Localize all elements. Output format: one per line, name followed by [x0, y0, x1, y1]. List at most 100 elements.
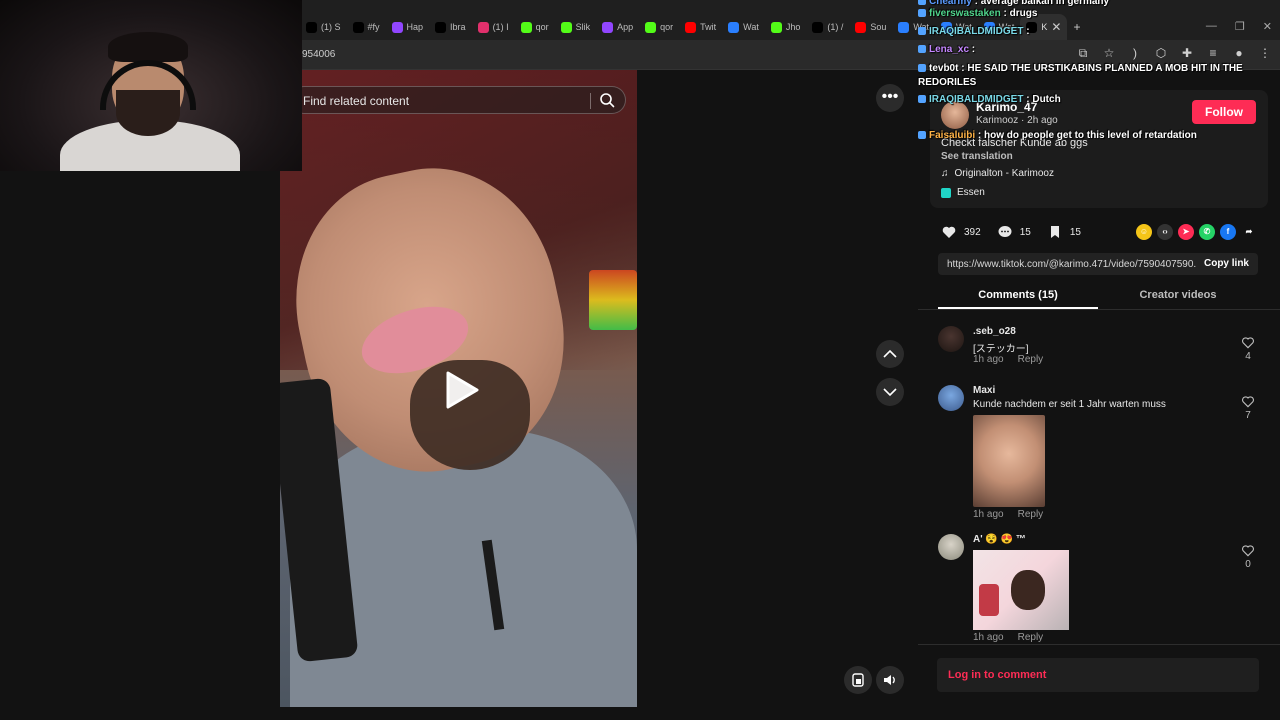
sound-name[interactable]: Originalton - Karimooz — [955, 168, 1054, 179]
kebab-menu-icon[interactable]: ⋮ — [1258, 46, 1272, 60]
login-to-comment-button[interactable]: Log in to comment — [937, 658, 1259, 692]
tag-label[interactable]: Essen — [957, 187, 985, 198]
photo-face — [1011, 570, 1045, 610]
reply-button[interactable]: Reply — [1018, 509, 1044, 520]
sound-row[interactable]: ♫ Originalton - Karimooz — [941, 168, 1054, 179]
comment-meta: 1h ago Reply — [973, 509, 1043, 520]
emoji-share-icon[interactable]: ☺ — [1136, 224, 1152, 240]
see-translation-link[interactable]: See translation — [941, 151, 1013, 162]
comment-image[interactable] — [973, 415, 1045, 507]
heart-outline-icon — [1242, 545, 1254, 557]
commenter-name[interactable]: A' 😵 😍 ™ — [973, 534, 1026, 545]
author-username[interactable]: Karimooz — [976, 115, 1018, 126]
facebook-icon[interactable]: f — [1220, 224, 1236, 240]
profile-icon[interactable]: ● — [1232, 46, 1246, 60]
browser-tab[interactable]: Wat — [722, 14, 765, 40]
install-app-icon[interactable]: ⧉ — [1076, 46, 1090, 60]
reading-list-icon[interactable]: ≡ — [1206, 46, 1220, 60]
more-options-button[interactable]: ••• — [876, 84, 904, 112]
commenter-avatar[interactable] — [938, 326, 964, 352]
reply-button[interactable]: Reply — [1018, 632, 1044, 643]
next-video-button[interactable] — [876, 378, 904, 406]
browser-tab[interactable]: #fy — [347, 14, 386, 40]
browser-tab[interactable]: qor — [639, 14, 679, 40]
embed-icon[interactable]: ‹› — [1157, 224, 1173, 240]
tab-comments[interactable]: Comments (15) — [938, 289, 1098, 301]
browser-tab[interactable]: Ibra — [429, 14, 472, 40]
send-icon[interactable]: ➤ — [1178, 224, 1194, 240]
browser-tab[interactable]: Jho — [765, 14, 807, 40]
browser-tab[interactable]: (1) S — [300, 14, 347, 40]
commenter-name[interactable]: .seb_o28 — [973, 326, 1016, 337]
youtube-icon — [685, 21, 697, 33]
kick-icon — [560, 21, 572, 33]
browser-tab[interactable]: Wat — [978, 14, 1021, 40]
like-button[interactable]: 392 — [941, 224, 981, 240]
search-placeholder[interactable]: Find related content — [303, 94, 409, 108]
browser-tab-label: Twit — [700, 22, 717, 32]
previous-video-button[interactable] — [876, 340, 904, 368]
author-avatar[interactable] — [941, 101, 969, 129]
chevron-down-icon — [883, 388, 897, 397]
bookmark-star-icon[interactable]: ☆ — [1102, 46, 1116, 60]
commenter-name[interactable]: Maxi — [973, 385, 995, 396]
reply-button[interactable]: Reply — [1018, 354, 1044, 365]
bookmark-icon — [1050, 226, 1059, 238]
browser-tab-label: (1) / — [827, 22, 844, 32]
comment-like-button[interactable]: 7 — [1238, 395, 1258, 421]
follow-button[interactable]: Follow — [1192, 100, 1256, 124]
browser-tab[interactable]: Wat — [935, 14, 978, 40]
minimize-icon[interactable]: — — [1206, 20, 1217, 32]
browser-tab[interactable]: (1) / — [806, 14, 849, 40]
browser-tab[interactable]: Hap — [386, 14, 430, 40]
picture-in-picture-button[interactable] — [844, 666, 872, 694]
whatsapp-icon[interactable]: ✆ — [1199, 224, 1215, 240]
browser-tab[interactable]: App — [596, 14, 639, 40]
play-icon[interactable] — [444, 370, 480, 410]
kick-icon — [645, 21, 657, 33]
close-window-icon[interactable]: ✕ — [1263, 20, 1272, 33]
puzzle-icon[interactable]: ✚ — [1180, 46, 1194, 60]
browser-tab[interactable]: Sou — [849, 14, 892, 40]
tab-close-icon[interactable]: ✕ — [1051, 20, 1061, 34]
pip-icon — [852, 673, 864, 687]
new-tab-icon[interactable]: + — [1067, 14, 1086, 40]
browser-tab[interactable]: K ✕ — [1020, 14, 1068, 40]
browser-tab-label: Hap — [406, 22, 424, 32]
comment-like-button[interactable]: 0 — [1238, 544, 1258, 570]
comment-icon — [998, 226, 1012, 237]
x-icon — [812, 21, 824, 33]
audio-icon[interactable]: ) — [1128, 46, 1142, 60]
login-text[interactable]: Log in to comment — [948, 669, 1046, 681]
tab-creator-videos[interactable]: Creator videos — [1098, 289, 1258, 301]
chevron-up-icon — [883, 349, 897, 358]
extension-icon[interactable]: ⬡ — [1154, 46, 1168, 60]
tag-row[interactable]: Essen — [941, 187, 985, 198]
browser-tab[interactable]: Twit — [679, 14, 722, 40]
tiktok-icon — [352, 21, 364, 33]
commenter-avatar[interactable] — [938, 534, 964, 560]
author-display-name[interactable]: Karimo_47 — [976, 100, 1037, 114]
comment-text: [ステッカー] — [973, 344, 1029, 355]
browser-tab[interactable]: qor — [515, 14, 555, 40]
restore-icon[interactable]: ❐ — [1235, 20, 1245, 33]
copy-link-button[interactable]: Copy link — [1204, 258, 1249, 269]
commenter-avatar[interactable] — [938, 385, 964, 411]
share-arrow-icon[interactable]: ➦ — [1241, 224, 1257, 240]
search-icon[interactable] — [599, 92, 615, 108]
url-text[interactable]: 954006 — [302, 49, 335, 60]
browser-tab[interactable]: (1) I — [472, 14, 515, 40]
browser-tab-label: (1) I — [492, 22, 509, 32]
browser-tab[interactable]: Wat — [892, 14, 935, 40]
save-button[interactable]: 15 — [1047, 224, 1081, 240]
browser-tab[interactable]: Slik — [555, 14, 597, 40]
comment-button[interactable]: 15 — [997, 224, 1031, 240]
toolbar-icons: ⧉ ☆ ) ⬡ ✚ ≡ ● ⋮ — [1076, 46, 1272, 60]
globe-icon — [941, 21, 953, 33]
find-related-search[interactable]: Find related content — [290, 86, 626, 114]
video-link[interactable]: https://www.tiktok.com/@karimo.471/video… — [947, 259, 1197, 270]
volume-button[interactable] — [876, 666, 904, 694]
webcam-hair — [108, 32, 188, 62]
comment-like-button[interactable]: 4 — [1238, 336, 1258, 362]
comment-image[interactable] — [973, 550, 1069, 630]
